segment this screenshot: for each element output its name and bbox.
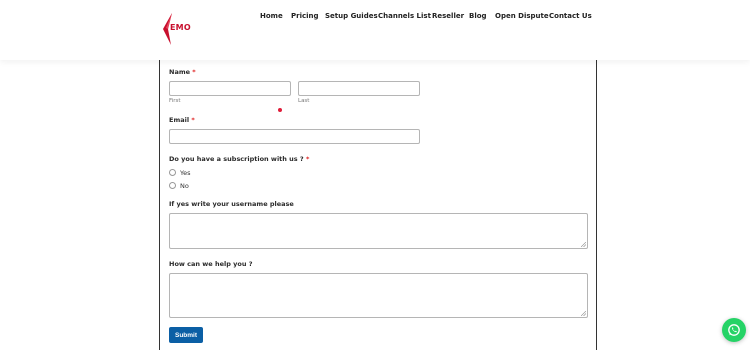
main-nav: Home Pricing Setup Guides Channels List …	[0, 12, 750, 22]
nav-open-dispute[interactable]: Open Dispute	[495, 12, 549, 20]
required-mark: *	[191, 116, 195, 124]
cursor-dot-icon	[278, 108, 282, 112]
logo-text: EMO	[170, 23, 191, 32]
resize-grip-icon[interactable]	[581, 242, 586, 247]
contact-form: Name * First Last Email * Do you have a …	[159, 60, 597, 350]
whatsapp-chat-button[interactable]	[722, 318, 746, 342]
radio-no-label[interactable]: No	[180, 182, 189, 190]
nav-pricing[interactable]: Pricing	[291, 12, 319, 20]
nav-contact-us[interactable]: Contact Us	[549, 12, 592, 20]
name-label-text: Name	[169, 68, 191, 76]
required-mark: *	[305, 155, 310, 163]
submit-button[interactable]: Submit	[169, 327, 203, 343]
subscription-label: Do you have a subscription with us ? *	[169, 155, 309, 163]
name-label: Name *	[169, 68, 196, 76]
username-label: If yes write your username please	[169, 200, 294, 208]
site-header: EMO Home Pricing Setup Guides Channels L…	[0, 0, 750, 60]
whatsapp-icon	[728, 324, 740, 336]
radio-yes-label[interactable]: Yes	[180, 169, 191, 177]
nav-setup-guides[interactable]: Setup Guides	[325, 12, 378, 20]
nav-reseller[interactable]: Reseller	[432, 12, 464, 20]
radio-no[interactable]	[169, 182, 176, 189]
help-label: How can we help you ?	[169, 260, 253, 268]
subscription-label-text: Do you have a subscription with us ?	[169, 155, 304, 163]
email-label: Email *	[169, 116, 195, 124]
first-name-input[interactable]	[169, 81, 291, 96]
resize-grip-icon[interactable]	[581, 311, 586, 316]
email-input[interactable]	[169, 129, 420, 144]
nav-home[interactable]: Home	[260, 12, 283, 20]
required-mark: *	[192, 68, 196, 76]
last-name-input[interactable]	[298, 81, 420, 96]
nav-blog[interactable]: Blog	[469, 12, 487, 20]
username-textarea[interactable]	[169, 213, 588, 249]
email-label-text: Email	[169, 116, 190, 124]
last-name-sublabel: Last	[298, 98, 310, 104]
help-textarea[interactable]	[169, 273, 588, 318]
radio-yes[interactable]	[169, 169, 176, 176]
nav-channels-list[interactable]: Channels List	[378, 12, 431, 20]
first-name-sublabel: First	[169, 98, 181, 104]
